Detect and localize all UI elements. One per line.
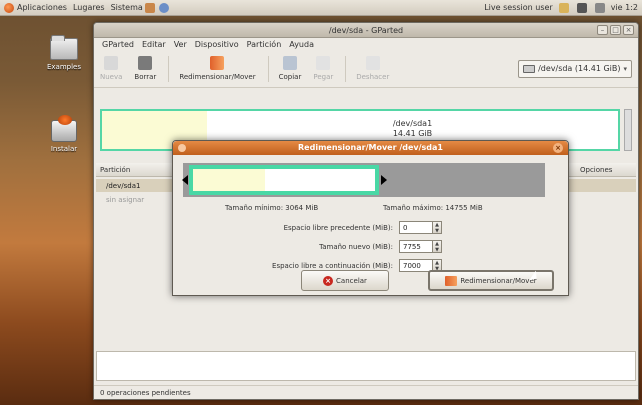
undo-icon	[365, 56, 380, 70]
system-menu[interactable]: Sistema	[110, 2, 171, 13]
delete-button[interactable]: Borrar	[134, 56, 156, 81]
copy-button-label: Copiar	[278, 73, 302, 81]
partition-map-scrollbar[interactable]	[624, 109, 632, 151]
resize-icon	[210, 56, 225, 70]
desktop-icon-label: Examples	[46, 63, 81, 71]
minimize-button[interactable]: –	[597, 25, 608, 35]
resize-bar[interactable]	[182, 163, 545, 197]
menubar: GParted Editar Ver Dispositivo Partición…	[94, 38, 638, 50]
dialog-titlebar[interactable]: Redimensionar/Mover /dev/sda1 ×	[173, 141, 568, 155]
close-button[interactable]: ×	[623, 25, 634, 35]
paste-button-label: Pegar	[313, 73, 334, 81]
partition-map-size: 14.41 GiB	[392, 129, 433, 138]
clock[interactable]: vie 1:2	[611, 3, 638, 12]
device-select-value: /dev/sda (14.41 GiB)	[538, 64, 621, 73]
resize-icon	[445, 275, 458, 286]
menu-help[interactable]: Ayuda	[289, 40, 314, 49]
window-titlebar[interactable]: /dev/sda - GParted – □ ×	[94, 23, 638, 38]
free-space-before-stepper[interactable]: ▲ ▼	[433, 221, 442, 234]
dialog-title: Redimensionar/Mover /dev/sda1	[298, 143, 443, 152]
undo-button-label: Deshacer	[356, 73, 390, 81]
resize-move-button[interactable]: Redimensionar/Mover	[179, 56, 256, 81]
menu-view[interactable]: Ver	[174, 40, 187, 49]
menu-device[interactable]: Dispositivo	[195, 40, 239, 49]
max-size-label: Tamaño máximo: 14755 MiB	[383, 204, 483, 212]
free-space-before-row: Espacio libre precedente (MiB): ▲▼	[233, 221, 442, 234]
notification-icon[interactable]	[558, 2, 569, 13]
toolbar-separator	[267, 55, 269, 82]
toolbar-separator	[168, 55, 170, 82]
new-size-stepper[interactable]: ▲ ▼	[433, 240, 442, 253]
column-options[interactable]: Opciones	[580, 166, 612, 174]
desktop-icon-label: Instalar	[50, 145, 78, 153]
resize-move-dialog: Redimensionar/Mover /dev/sda1 × Tamaño m…	[172, 140, 569, 296]
min-size-label: Tamaño mínimo: 3064 MiB	[225, 204, 319, 212]
paste-icon	[316, 56, 331, 70]
ubuntu-logo-icon	[4, 2, 14, 13]
system-menu-label: Sistema	[110, 3, 143, 12]
partition-row-label: /dev/sda1	[106, 181, 141, 190]
applications-menu[interactable]: Aplicaciones	[4, 2, 67, 13]
new-button-label: Nueva	[100, 73, 123, 81]
window-menu-icon[interactable]	[178, 144, 186, 152]
session-label[interactable]: Live session user	[484, 3, 552, 12]
installer-icon	[51, 115, 77, 142]
firefox-icon[interactable]	[144, 2, 155, 13]
free-space-after-label: Espacio libre a continuación (MiB):	[272, 261, 393, 270]
help-icon[interactable]	[158, 2, 169, 13]
paste-button[interactable]: Pegar	[313, 56, 333, 81]
resize-used-space	[193, 169, 265, 191]
right-drag-handle-icon[interactable]	[381, 175, 387, 185]
menu-edit[interactable]: Editar	[142, 40, 166, 49]
menu-partition[interactable]: Partición	[247, 40, 282, 49]
partition-map-name: /dev/sda1	[392, 119, 433, 128]
menu-gparted[interactable]: GParted	[102, 40, 134, 49]
folder-icon	[50, 35, 78, 60]
window-title: /dev/sda - GParted	[328, 26, 404, 35]
new-icon	[104, 56, 119, 70]
copy-icon	[282, 56, 297, 70]
pending-operations-pane[interactable]	[96, 351, 636, 381]
desktop-icon-install[interactable]: Instalar	[34, 115, 94, 153]
new-size-label: Tamaño nuevo (MiB):	[319, 242, 393, 251]
disk-icon	[523, 64, 536, 73]
left-drag-handle-icon[interactable]	[182, 175, 188, 185]
status-text: 0 operaciones pendientes	[100, 389, 191, 397]
status-bar: 0 operaciones pendientes	[94, 385, 638, 399]
new-button[interactable]: Nueva	[100, 56, 122, 81]
toolbar: Nueva Borrar Redimensionar/Mover Copiar …	[94, 50, 638, 88]
cancel-button-label: Cancelar	[336, 276, 367, 285]
new-size-row: Tamaño nuevo (MiB): ▲▼	[233, 240, 442, 253]
resize-move-confirm-label: Redimensionar/Mover	[460, 276, 537, 285]
close-icon[interactable]: ×	[553, 143, 563, 153]
trash-icon	[138, 56, 153, 70]
maximize-button[interactable]: □	[610, 25, 621, 35]
free-space-before-label: Espacio libre precedente (MiB):	[283, 223, 393, 232]
desktop-icon-examples[interactable]: Examples	[34, 35, 94, 71]
device-select[interactable]: /dev/sda (14.41 GiB) ▾	[518, 59, 632, 78]
volume-icon[interactable]	[594, 2, 605, 13]
partition-resize-handle[interactable]	[189, 165, 379, 195]
places-menu-label: Lugares	[72, 3, 105, 12]
partition-row-label: sin asignar	[106, 195, 145, 204]
chevron-down-icon: ▾	[623, 64, 627, 73]
top-panel: Aplicaciones Lugares Sistema Live sessio…	[0, 0, 642, 16]
free-space-before-input[interactable]	[399, 221, 433, 234]
cancel-button[interactable]: × Cancelar	[301, 270, 389, 291]
toolbar-separator	[345, 55, 347, 82]
network-icon[interactable]	[576, 2, 587, 13]
applications-menu-label: Aplicaciones	[17, 3, 67, 12]
new-size-input[interactable]	[399, 240, 433, 253]
resize-move-label: Redimensionar/Mover	[179, 73, 256, 81]
places-menu[interactable]: Lugares	[73, 3, 105, 12]
undo-button[interactable]: Deshacer	[356, 56, 389, 81]
cancel-icon: ×	[323, 275, 334, 286]
copy-button[interactable]: Copiar	[278, 56, 302, 81]
delete-button-label: Borrar	[134, 73, 157, 81]
